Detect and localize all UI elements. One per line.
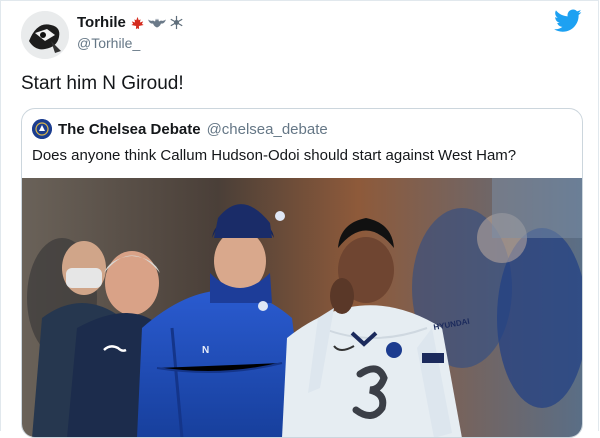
twitter-bird-icon[interactable] [554, 9, 582, 33]
quoted-tweet-text: Does anyone think Callum Hudson-Odoi sho… [32, 147, 517, 164]
quoted-tweet[interactable]: The Chelsea Debate @chelsea_debate Does … [21, 108, 583, 438]
author-handle[interactable]: @Torhile_ [77, 35, 140, 51]
quoted-author-name[interactable]: The Chelsea Debate [58, 121, 201, 138]
author-avatar[interactable] [21, 11, 69, 59]
snowflake-emoji-icon [170, 15, 183, 30]
author-name[interactable]: Torhile [77, 14, 184, 31]
quoted-author-handle[interactable]: @chelsea_debate [207, 121, 328, 138]
tweet-text: Start him N Giroud! [21, 73, 184, 94]
svg-text:N: N [202, 345, 209, 356]
bat-emoji-icon [147, 18, 166, 28]
quoted-tweet-header: The Chelsea Debate @chelsea_debate [32, 119, 328, 139]
quoted-author-avatar[interactable] [32, 119, 52, 139]
author-name-text[interactable]: Torhile [77, 14, 126, 31]
maple-leaf-emoji-icon [131, 16, 144, 29]
chelsea-crest-icon [386, 342, 402, 358]
tweet-card: Torhile @Torhile_ Start him N Giroud! Th… [0, 0, 599, 438]
quoted-tweet-photo[interactable]: N HYUNDAI [22, 178, 582, 438]
